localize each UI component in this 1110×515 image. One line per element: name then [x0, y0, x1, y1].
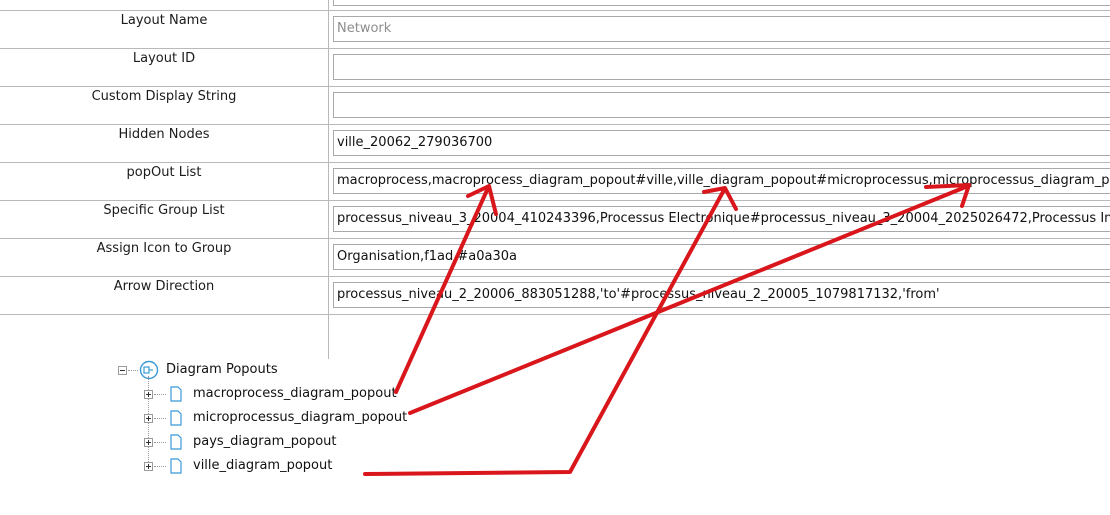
- property-label: Arrow Direction: [113, 279, 215, 294]
- hidden-nodes-input[interactable]: ville_20062_279036700: [333, 130, 1110, 156]
- layout-id-input[interactable]: [333, 54, 1110, 80]
- column-divider: [328, 10, 329, 48]
- property-row-custom-display-string: Custom Display String: [0, 86, 1110, 125]
- expand-toggle-icon[interactable]: [144, 462, 153, 471]
- property-row-arrow-direction: Arrow Direction processus_niveau_2_20006…: [0, 276, 1110, 315]
- property-label: Specific Group List: [103, 203, 225, 218]
- property-label: popOut List: [126, 165, 202, 180]
- tree-item-macroprocess-diagram-popout[interactable]: macroprocess_diagram_popout: [193, 383, 397, 405]
- property-row-layout-id: Layout ID: [0, 48, 1110, 87]
- property-row-hidden-nodes: Hidden Nodes ville_20062_279036700: [0, 124, 1110, 163]
- tree-connector: [154, 418, 166, 420]
- property-label: Layout Name: [120, 13, 208, 28]
- assign-icon-to-group-input[interactable]: Organisation,f1ad,#a0a30a: [333, 244, 1110, 270]
- expand-toggle-icon[interactable]: [144, 414, 153, 423]
- document-icon: [170, 410, 182, 426]
- previous-field-edge: [333, 0, 1110, 6]
- property-label: Custom Display String: [91, 89, 237, 104]
- tree-item-ville-diagram-popout[interactable]: ville_diagram_popout: [193, 455, 332, 477]
- tree-item-microprocessus-diagram-popout[interactable]: microprocessus_diagram_popout: [193, 407, 407, 429]
- document-icon: [170, 386, 182, 402]
- property-row-assign-icon-to-group: Assign Icon to Group Organisation,f1ad,#…: [0, 238, 1110, 277]
- specific-group-list-input[interactable]: processus_niveau_3_20004_410243396,Proce…: [333, 206, 1110, 232]
- property-label: Hidden Nodes: [118, 127, 210, 142]
- column-divider: [328, 162, 329, 200]
- property-row-specific-group-list: Specific Group List processus_niveau_3_2…: [0, 200, 1110, 239]
- tree-connector: [154, 466, 166, 468]
- column-divider: [328, 200, 329, 238]
- tree-connector: [154, 394, 166, 396]
- popout-list-input[interactable]: macroprocess,macroprocess_diagram_popout…: [333, 168, 1110, 194]
- property-label: Assign Icon to Group: [96, 241, 232, 256]
- layout-name-input[interactable]: Network: [333, 16, 1110, 42]
- column-divider: [328, 124, 329, 162]
- property-label: Layout ID: [132, 51, 196, 66]
- tree-root-label[interactable]: Diagram Popouts: [166, 359, 278, 381]
- document-icon: [170, 434, 182, 450]
- property-row-layout-name: Layout Name Network: [0, 10, 1110, 49]
- column-divider-extension: [328, 314, 329, 359]
- custom-display-string-input[interactable]: [333, 92, 1110, 118]
- expand-toggle-icon[interactable]: [144, 390, 153, 399]
- column-divider: [328, 238, 329, 276]
- column-divider: [328, 276, 329, 314]
- arrow-direction-input[interactable]: processus_niveau_2_20006_883051288,'to'#…: [333, 282, 1110, 308]
- property-row-popout-list: popOut List macroprocess,macroprocess_di…: [0, 162, 1110, 201]
- expand-toggle-icon[interactable]: [144, 438, 153, 447]
- tree-connector: [154, 442, 166, 444]
- column-divider: [328, 0, 329, 10]
- tree-connector: [128, 370, 138, 372]
- tree-item-pays-diagram-popout[interactable]: pays_diagram_popout: [193, 431, 337, 453]
- document-icon: [170, 458, 182, 474]
- column-divider: [328, 86, 329, 124]
- collapse-toggle-icon[interactable]: [118, 366, 127, 375]
- diagram-popouts-tree: Diagram Popouts macroprocess_diagram_pop…: [0, 358, 600, 498]
- column-divider: [328, 48, 329, 86]
